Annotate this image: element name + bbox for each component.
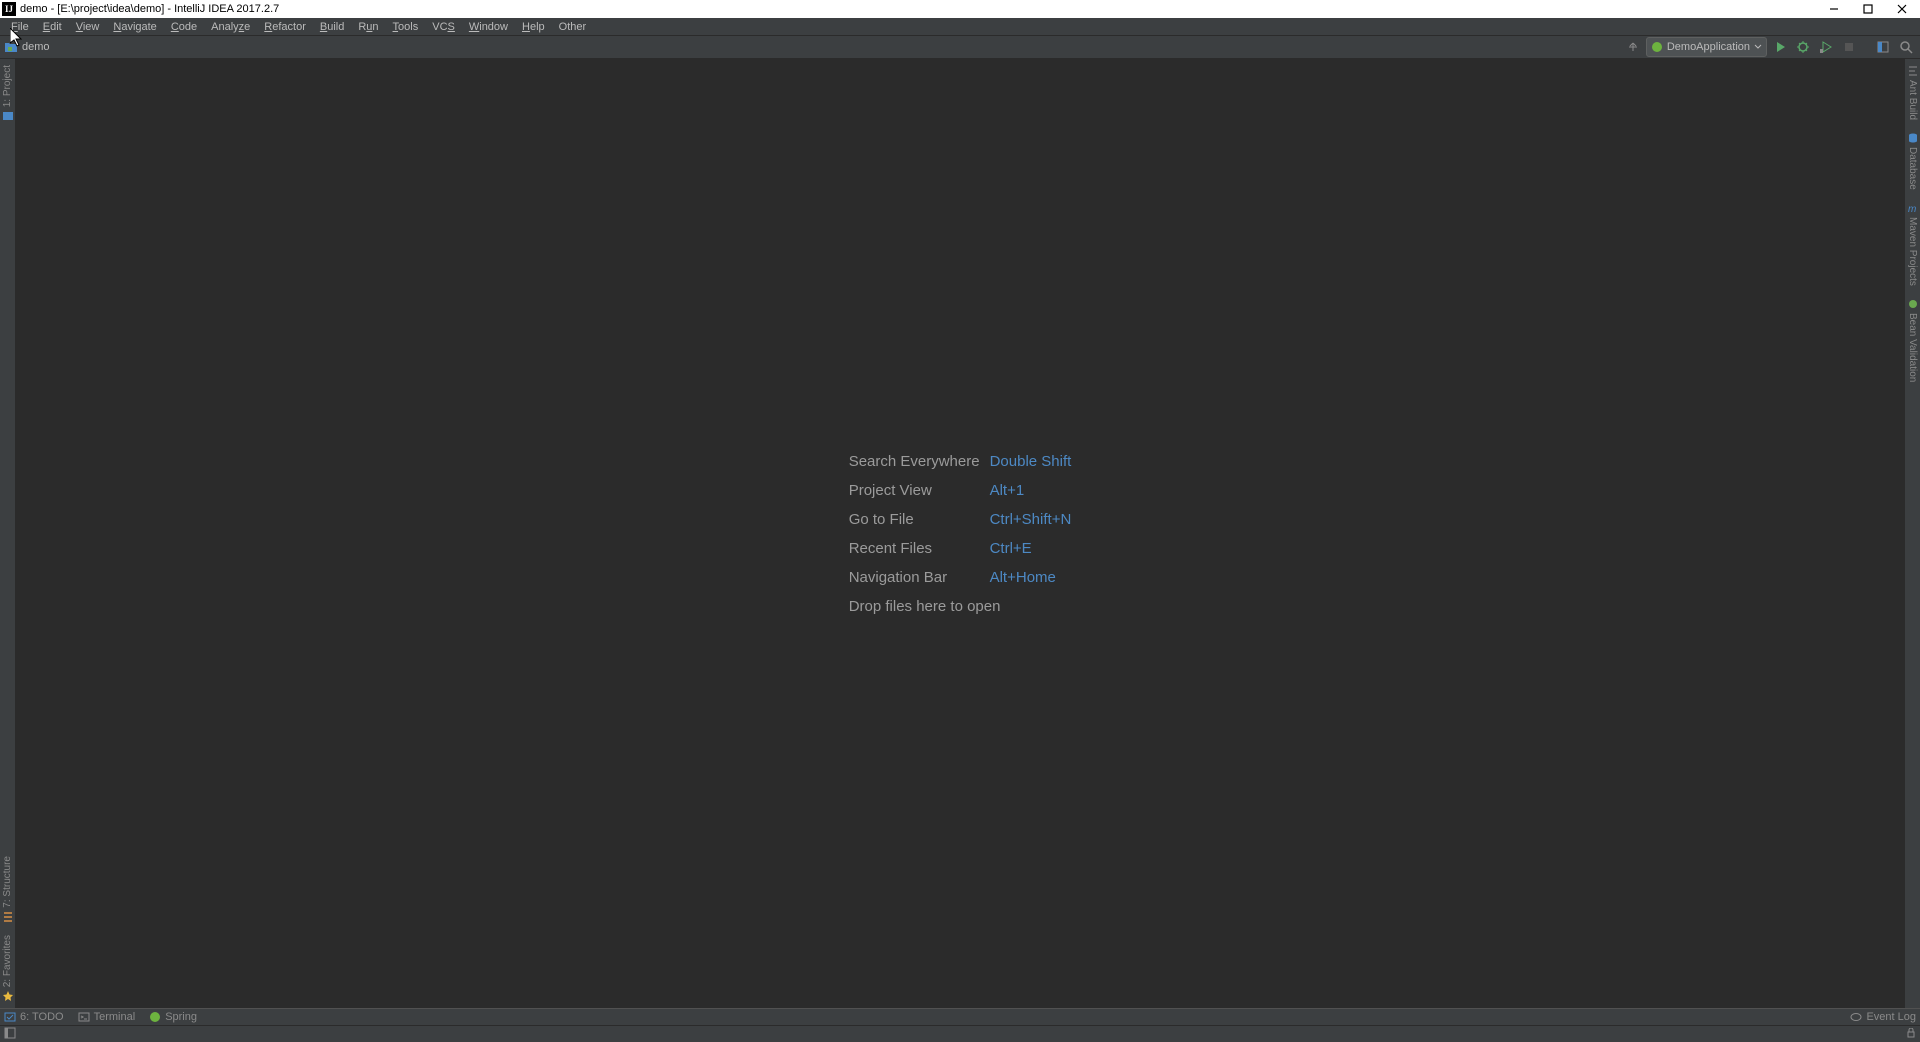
menu-navigate[interactable]: Navigate xyxy=(106,20,163,34)
run-config-name: DemoApplication xyxy=(1667,41,1750,53)
chevron-down-icon xyxy=(1754,43,1762,51)
database-icon xyxy=(1907,132,1919,144)
toolwindow-beanvalidation[interactable]: Bean Validation xyxy=(1905,292,1920,388)
shortcut-hints: Search Everywhere Double Shift Project V… xyxy=(849,453,1072,615)
toolwindow-favorites[interactable]: 2: Favorites xyxy=(0,929,15,1008)
maximize-button[interactable] xyxy=(1860,1,1876,17)
run-config-selector[interactable]: DemoApplication xyxy=(1646,37,1767,57)
status-bar xyxy=(0,1025,1920,1042)
menu-build[interactable]: Build xyxy=(313,20,351,34)
project-icon xyxy=(2,110,14,122)
hint-label: Search Everywhere xyxy=(849,453,980,470)
window-titlebar: IJ demo - [E:\project\idea\demo] - Intel… xyxy=(0,0,1920,18)
hint-key: Double Shift xyxy=(990,453,1072,470)
toolwindow-maven[interactable]: m Maven Projects xyxy=(1905,196,1920,292)
close-button[interactable] xyxy=(1894,1,1910,17)
bean-icon xyxy=(1907,298,1919,310)
hint-key: Alt+1 xyxy=(990,482,1072,499)
toolwindow-eventlog[interactable]: Event Log xyxy=(1850,1011,1916,1023)
window-title: demo - [E:\project\idea\demo] - IntelliJ… xyxy=(20,3,279,15)
menu-file[interactable]: File xyxy=(4,20,36,34)
eventlog-icon xyxy=(1850,1011,1862,1023)
spring-leaf-icon xyxy=(1651,41,1663,53)
structure-icon xyxy=(2,911,14,923)
menu-view[interactable]: View xyxy=(69,20,107,34)
toolwindow-todo[interactable]: 6: TODO xyxy=(4,1011,64,1023)
debug-button[interactable] xyxy=(1793,37,1813,57)
ant-icon xyxy=(1907,65,1919,77)
hint-label: Go to File xyxy=(849,511,980,528)
toolwindow-ant[interactable]: Ant Build xyxy=(1905,59,1920,126)
hint-key: Ctrl+Shift+N xyxy=(990,511,1072,528)
hint-label: Project View xyxy=(849,482,980,499)
hint-key: Alt+Home xyxy=(990,569,1072,586)
menu-refactor[interactable]: Refactor xyxy=(257,20,313,34)
menu-tools[interactable]: Tools xyxy=(386,20,426,34)
minimize-button[interactable] xyxy=(1826,1,1842,17)
toolwindow-spring[interactable]: Spring xyxy=(149,1011,197,1023)
project-structure-button[interactable] xyxy=(1873,37,1893,57)
bottom-toolwindows-bar: 6: TODO Terminal Spring Event Log xyxy=(0,1008,1920,1025)
app-icon: IJ xyxy=(2,2,16,16)
navigation-bar: demo DemoApplication xyxy=(0,36,1920,59)
hint-label: Navigation Bar xyxy=(849,569,980,586)
menu-window[interactable]: Window xyxy=(462,20,515,34)
menu-help[interactable]: Help xyxy=(515,20,552,34)
toolwindow-structure[interactable]: 7: Structure xyxy=(0,850,15,929)
favorites-icon xyxy=(2,990,14,1002)
toolwindow-database[interactable]: Database xyxy=(1905,126,1920,196)
toolwindow-project[interactable]: 1: Project xyxy=(0,59,15,128)
menu-run[interactable]: Run xyxy=(351,20,385,34)
search-everywhere-button[interactable] xyxy=(1896,37,1916,57)
folder-icon xyxy=(4,41,18,53)
left-tool-gutter: 1: Project 7: Structure 2: Favorites xyxy=(0,59,16,1008)
menu-other[interactable]: Other xyxy=(552,20,594,34)
menu-edit[interactable]: Edit xyxy=(36,20,69,34)
build-icon[interactable] xyxy=(1623,37,1643,57)
lock-icon[interactable] xyxy=(1906,1028,1916,1041)
hint-key: Ctrl+E xyxy=(990,540,1072,557)
hint-label: Recent Files xyxy=(849,540,980,557)
hint-drop-text: Drop files here to open xyxy=(849,598,1072,615)
maven-icon: m xyxy=(1907,202,1919,214)
toolwindow-quick-access-icon[interactable] xyxy=(4,1027,16,1042)
menu-vcs[interactable]: VCS xyxy=(425,20,462,34)
right-tool-gutter: Ant Build Database m Maven Projects Bean… xyxy=(1904,59,1920,1008)
menu-analyze[interactable]: Analyze xyxy=(204,20,257,34)
run-button[interactable] xyxy=(1770,37,1790,57)
menubar: File Edit View Navigate Code Analyze Ref… xyxy=(0,18,1920,36)
svg-text:m: m xyxy=(1908,204,1916,214)
breadcrumb-project[interactable]: demo xyxy=(22,41,50,53)
menu-code[interactable]: Code xyxy=(164,20,204,34)
stop-button[interactable] xyxy=(1839,37,1859,57)
editor-empty-state[interactable]: Search Everywhere Double Shift Project V… xyxy=(16,59,1904,1008)
terminal-icon xyxy=(78,1011,90,1023)
spring-icon xyxy=(149,1011,161,1023)
todo-icon xyxy=(4,1011,16,1023)
run-coverage-button[interactable] xyxy=(1816,37,1836,57)
toolwindow-terminal[interactable]: Terminal xyxy=(78,1011,136,1023)
